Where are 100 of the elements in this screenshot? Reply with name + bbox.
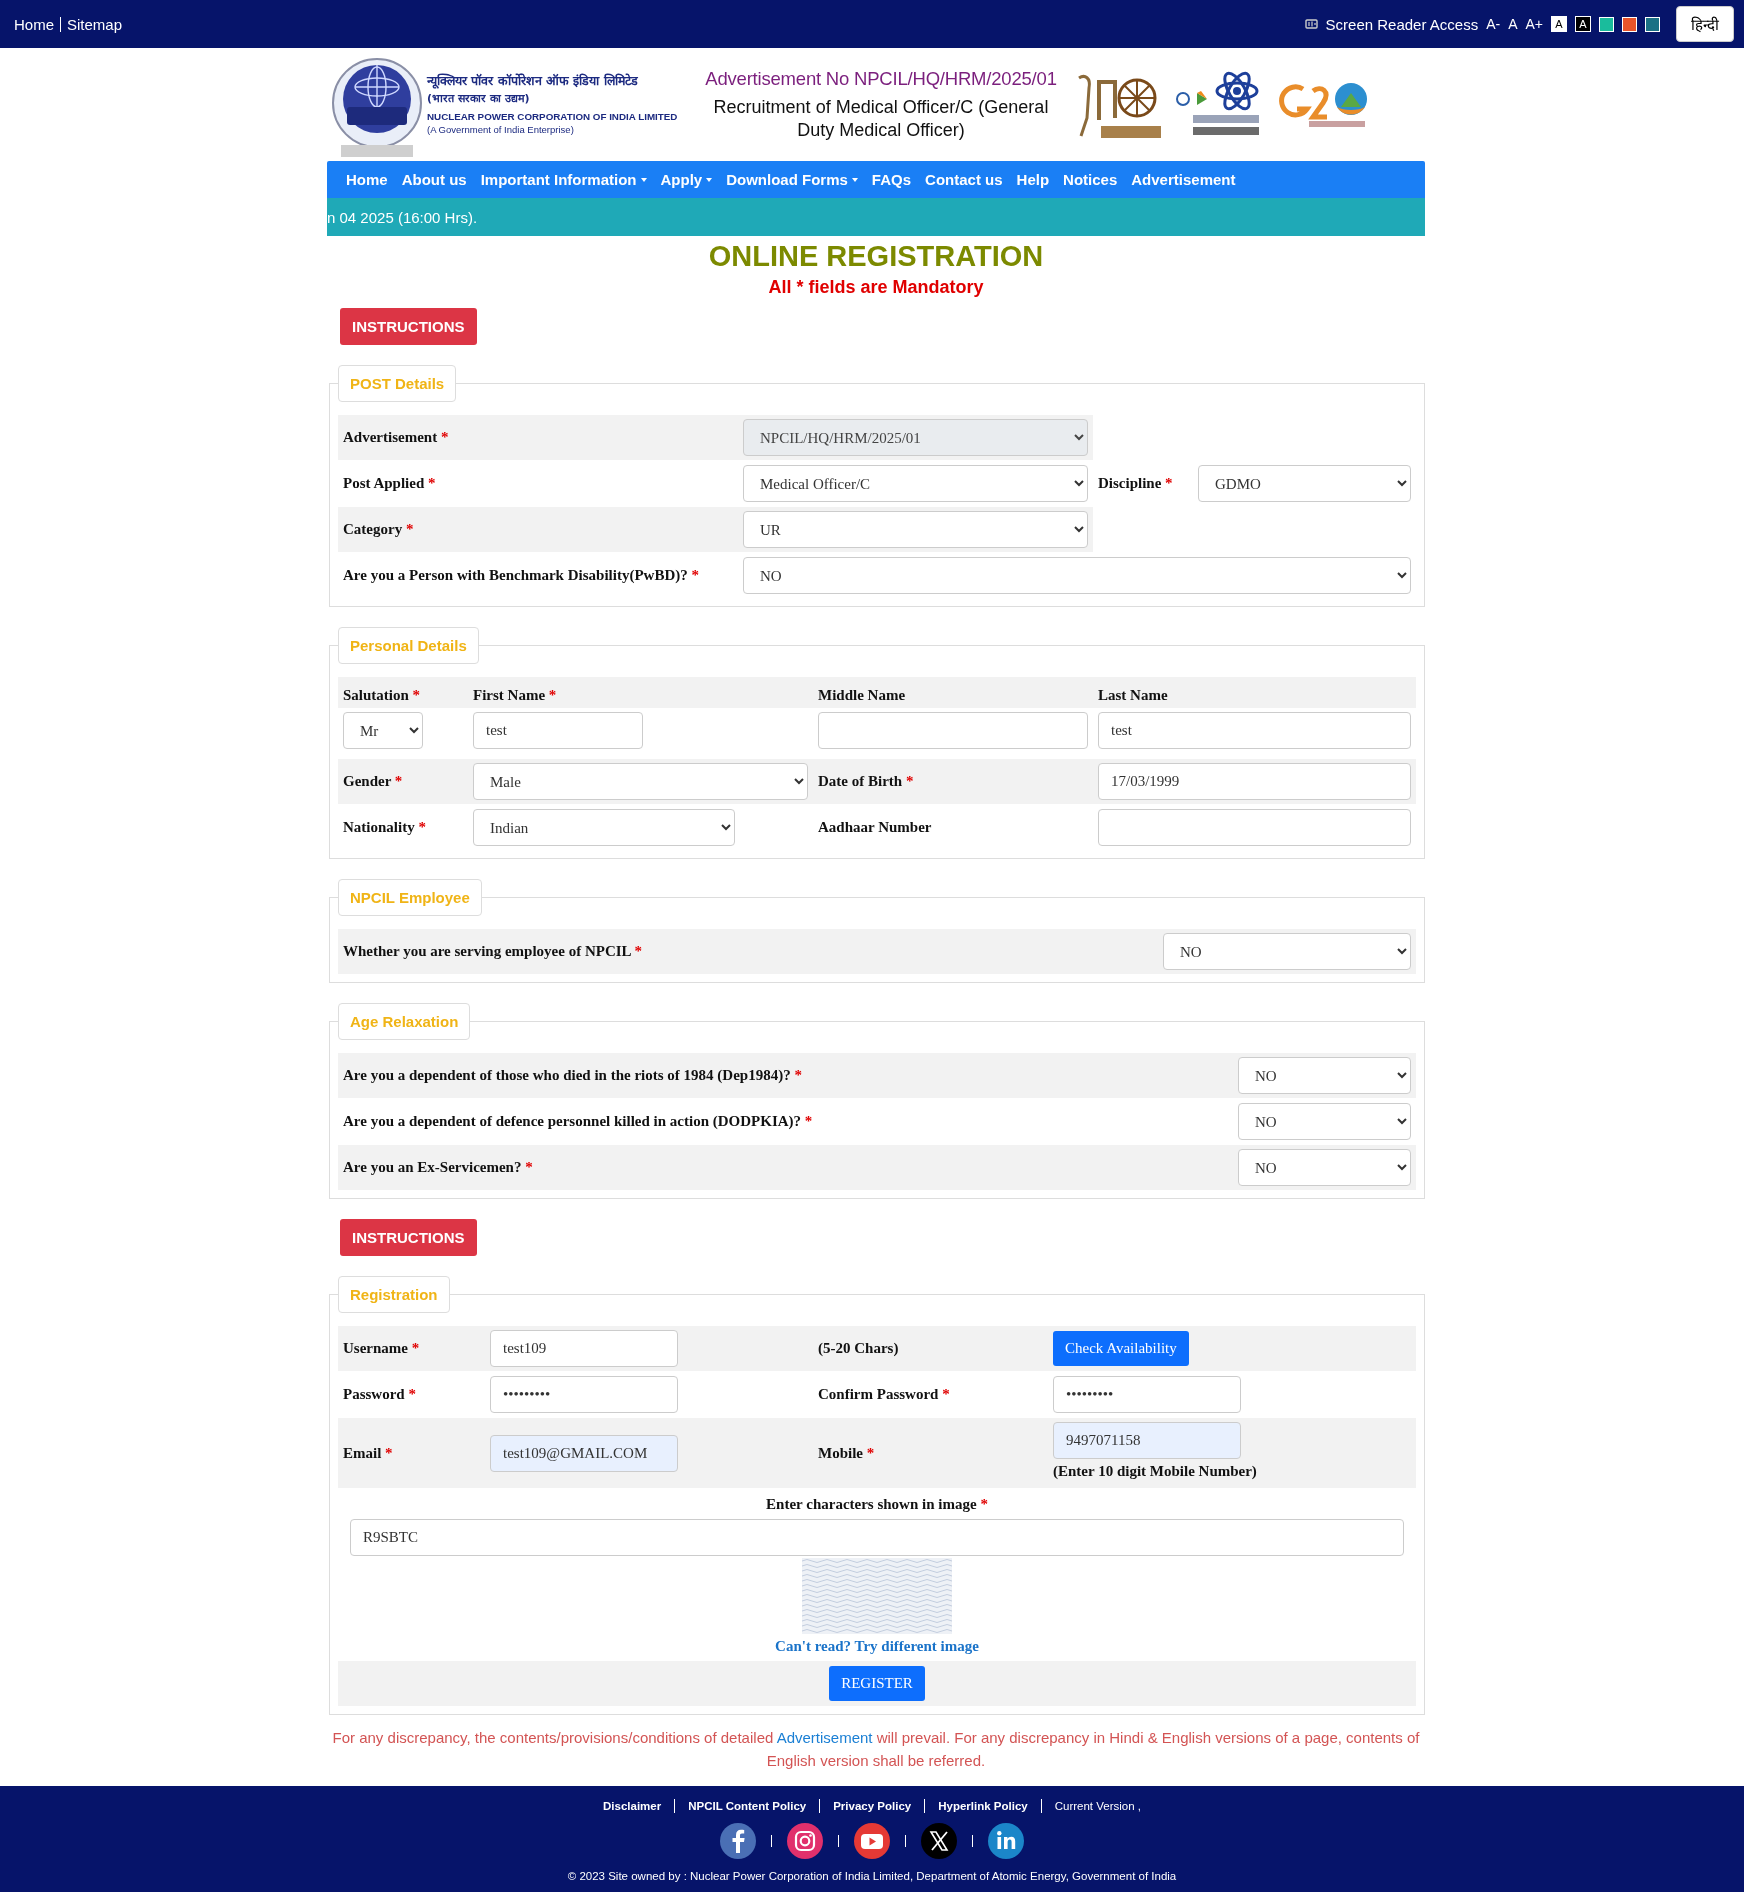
field-label: Email *: [343, 1444, 393, 1462]
refresh-captcha-link[interactable]: Can't read? Try different image: [775, 1638, 979, 1655]
field-label: Post Applied *: [343, 475, 436, 492]
field-label: Nationality *: [343, 819, 426, 836]
font-size-link[interactable]: A-: [1486, 16, 1501, 32]
screen-reader-link[interactable]: Screen Reader Access: [1325, 15, 1479, 33]
field-label: Mobile *: [818, 1444, 875, 1462]
linkedin-icon[interactable]: [987, 1822, 1025, 1860]
ticker-text: n 04 2025 (16:00 Hrs).: [327, 208, 478, 226]
top-link[interactable]: Sitemap: [67, 15, 123, 33]
nav-link[interactable]: Download Forms: [719, 171, 865, 188]
nav-link[interactable]: About us: [394, 171, 474, 188]
font-size-link[interactable]: A+: [1525, 16, 1543, 32]
input-field[interactable]: [1098, 809, 1411, 846]
register-button[interactable]: REGISTER: [829, 1666, 925, 1701]
nav-link[interactable]: Important Information: [473, 171, 654, 188]
field-label: Aadhaar Number: [818, 819, 932, 836]
font-size-link[interactable]: A: [1508, 16, 1518, 32]
contrast-toggle[interactable]: A: [1575, 16, 1591, 32]
mandatory-note: All * fields are Mandatory: [767, 277, 985, 298]
field-label: Are you a Person with Benchmark Disability(PwBD)? *: [343, 567, 699, 584]
input-field[interactable]: test109: [490, 1330, 678, 1367]
input-field[interactable]: 17/03/1999: [1098, 763, 1411, 800]
dropdown[interactable]: Medical Officer/C: [743, 465, 1088, 502]
nav-link[interactable]: Apply: [653, 171, 720, 188]
disclaimer-text: For any discrepancy, the contents/provisions/conditions of detailed Advertisement will prevail. For any discrepancy in Hindi & English versions of a page, contents of English version shall be referred.: [331, 1728, 1421, 1771]
field-label: Are you an Ex-Servicemen? *: [343, 1159, 533, 1176]
field-label: Date of Birth *: [818, 773, 914, 790]
field-label: Confirm Password *: [818, 1386, 950, 1403]
nav-link[interactable]: FAQs: [864, 171, 919, 188]
x-logo-icon[interactable]: [920, 1822, 958, 1860]
check-availability-button[interactable]: Check Availability: [1053, 1331, 1189, 1366]
advertisement-number: Advertisement No NPCIL/HQ/HRM/2025/01: [705, 68, 1057, 90]
color-swatch[interactable]: [1622, 16, 1637, 32]
caret-icon: [640, 177, 647, 182]
color-swatch[interactable]: [1645, 16, 1660, 32]
footer-link[interactable]: Privacy Policy: [820, 1800, 925, 1812]
field-label: Category *: [343, 521, 414, 538]
dropdown[interactable]: UR: [743, 511, 1088, 548]
field-label: Middle Name: [813, 677, 1093, 708]
org-subtitle-hindi: (भारत सरकार का उद्यम): [427, 91, 531, 107]
dropdown[interactable]: Male: [473, 763, 808, 800]
field-label: Gender *: [343, 773, 403, 790]
input-field[interactable]: 9497071158: [1053, 1422, 1241, 1459]
field-label: Are you a dependent of defence personnel killed in action (DODPKIA)? *: [343, 1113, 813, 1130]
facebook-icon[interactable]: [719, 1822, 757, 1860]
recruitment-title: Recruitment of Medical Officer/C (General Duty Medical Officer): [712, 96, 1050, 141]
nav-link[interactable]: Notices: [1056, 171, 1125, 188]
nav-link[interactable]: Help: [1009, 171, 1057, 188]
org-name-hindi: न्यूक्लियर पॉवर कॉर्पोरेशन ऑफ इंडिया लिमिटेड: [427, 72, 639, 89]
color-swatch[interactable]: [1599, 16, 1614, 32]
input-field[interactable]: •••••••••: [490, 1376, 678, 1413]
org-name: NUCLEAR POWER CORPORATION OF INDIA LIMITED: [427, 111, 679, 124]
dropdown[interactable]: NO: [1238, 1149, 1411, 1186]
nav-link[interactable]: Advertisement: [1124, 171, 1243, 188]
dropdown[interactable]: NO: [1238, 1057, 1411, 1094]
input-field[interactable]: test: [473, 712, 643, 749]
footer-link[interactable]: Hyperlink Policy: [925, 1800, 1041, 1812]
dropdown[interactable]: NO: [1238, 1103, 1411, 1140]
hint-text: (5-20 Chars): [818, 1340, 899, 1357]
org-subtitle: (A Government of India Enterprise): [427, 123, 575, 137]
instructions-button[interactable]: INSTRUCTIONS: [340, 1219, 477, 1256]
section-title: Age Relaxation: [338, 1003, 471, 1040]
footer-link[interactable]: Disclaimer: [590, 1800, 675, 1812]
instagram-icon[interactable]: [786, 1822, 824, 1860]
field-label: Discipline *: [1098, 475, 1173, 492]
dropdown[interactable]: NO: [743, 557, 1411, 594]
field-label: Username *: [343, 1340, 420, 1357]
field-label: Salutation *: [338, 677, 468, 708]
instructions-button[interactable]: INSTRUCTIONS: [340, 308, 477, 345]
input-field[interactable]: [818, 712, 1088, 749]
input-field[interactable]: test109@GMAIL.COM: [490, 1434, 678, 1472]
version-text: Current Version ,: [1053, 1800, 1142, 1812]
copyright-text: © 2023 Site owned by : Nuclear Power Corporation of India Limited, Department of Atomic Energy, Government of India: [567, 1870, 1177, 1882]
language-button[interactable]: हिन्दी: [1676, 6, 1734, 42]
input-field[interactable]: test: [1098, 712, 1411, 749]
field-label: Are you a dependent of those who died in the riots of 1984 (Dep1984)? *: [343, 1067, 802, 1084]
page-title: ONLINE REGISTRATION: [707, 240, 1045, 273]
nav-link[interactable]: Contact us: [918, 171, 1010, 188]
dropdown[interactable]: Mr: [343, 712, 423, 749]
top-link[interactable]: Home: [14, 15, 54, 33]
footer-link[interactable]: NPCIL Content Policy: [675, 1800, 820, 1812]
section-title: POST Details: [338, 365, 457, 402]
caret-icon: [706, 177, 713, 182]
section-title: Personal Details: [338, 627, 479, 664]
advertisement-link[interactable]: Advertisement: [776, 1729, 873, 1746]
input-field[interactable]: •••••••••: [1053, 1376, 1241, 1413]
caret-icon: [851, 177, 858, 182]
dropdown[interactable]: GDMO: [1198, 465, 1411, 502]
speaker-icon: [1304, 18, 1318, 30]
contrast-toggle[interactable]: A: [1551, 16, 1567, 32]
dropdown[interactable]: NO: [1163, 933, 1411, 970]
field-label: Password *: [343, 1386, 416, 1403]
field-label: Last Name: [1093, 677, 1416, 708]
nav-link[interactable]: Home: [339, 171, 395, 188]
field-label: Enter characters shown in image *: [766, 1496, 988, 1513]
section-title: Registration: [338, 1276, 450, 1313]
video-play-icon[interactable]: [853, 1822, 891, 1860]
captcha-input[interactable]: R9SBTC: [350, 1519, 1404, 1556]
dropdown[interactable]: Indian: [473, 809, 735, 846]
